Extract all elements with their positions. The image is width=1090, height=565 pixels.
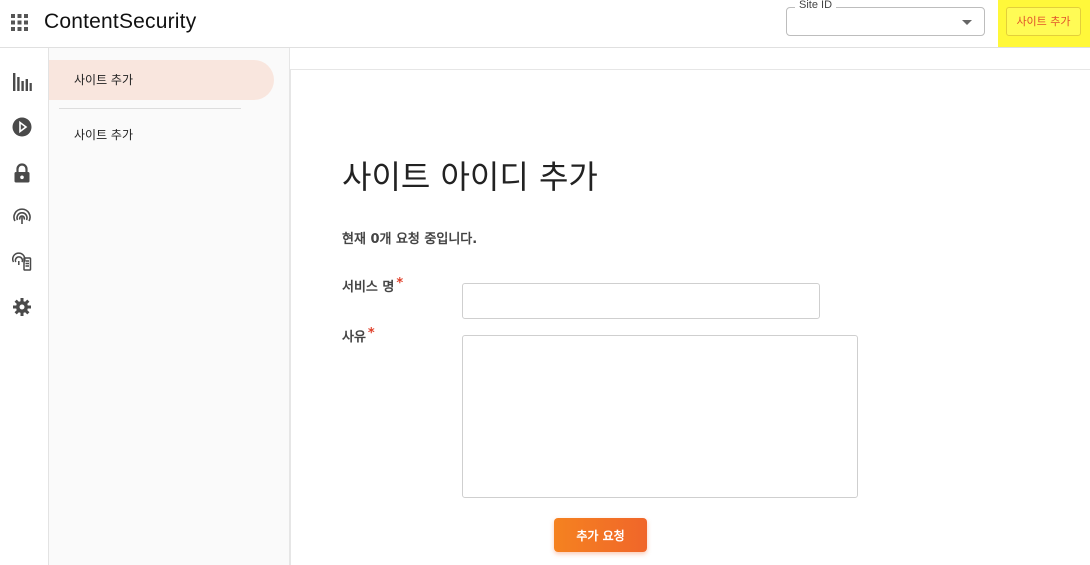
bar-chart-icon[interactable] [12,72,32,92]
submit-request-button[interactable]: 추가 요청 [554,518,647,552]
apps-grid-icon[interactable] [11,14,28,31]
service-name-label-text: 서비스 명 [342,280,395,295]
submenu-item-add-site-active[interactable]: 사이트 추가 [49,60,274,100]
icon-rail [0,48,49,565]
reason-textarea[interactable] [462,335,858,498]
required-mark: * [396,276,404,291]
service-name-input[interactable] [462,283,820,319]
service-name-label: 서비스 명 * [342,276,403,295]
page-title: 사이트 아이디 추가 [342,158,598,196]
content-card: 사이트 아이디 추가 현재 0개 요청 중입니다. 서비스 명 * 사유 * 추가 … [290,69,1090,565]
submenu-panel: 사이트 추가 사이트 추가 [49,48,290,565]
reason-label-text: 사유 [342,330,366,345]
fingerprint-icon[interactable] [12,206,32,226]
play-circle-icon[interactable] [12,117,32,137]
fingerprint-document-icon[interactable] [12,252,32,272]
app-logo[interactable]: ContentSecurity [44,10,196,34]
required-mark: * [367,326,375,341]
add-site-header-button[interactable]: 사이트 추가 [1006,7,1081,36]
site-id-label: Site ID [795,0,837,11]
site-id-select[interactable]: Site ID [786,0,985,36]
request-status-text: 현재 0개 요청 중입니다. [342,232,478,247]
submenu-divider [59,108,241,109]
gear-icon[interactable] [12,297,32,317]
chevron-down-icon [962,20,972,25]
submenu-item-add-site[interactable]: 사이트 추가 [74,126,133,143]
reason-label: 사유 * [342,326,375,345]
top-header: ContentSecurity Site ID 사이트 추가 [0,0,1090,48]
lock-icon[interactable] [12,163,32,183]
